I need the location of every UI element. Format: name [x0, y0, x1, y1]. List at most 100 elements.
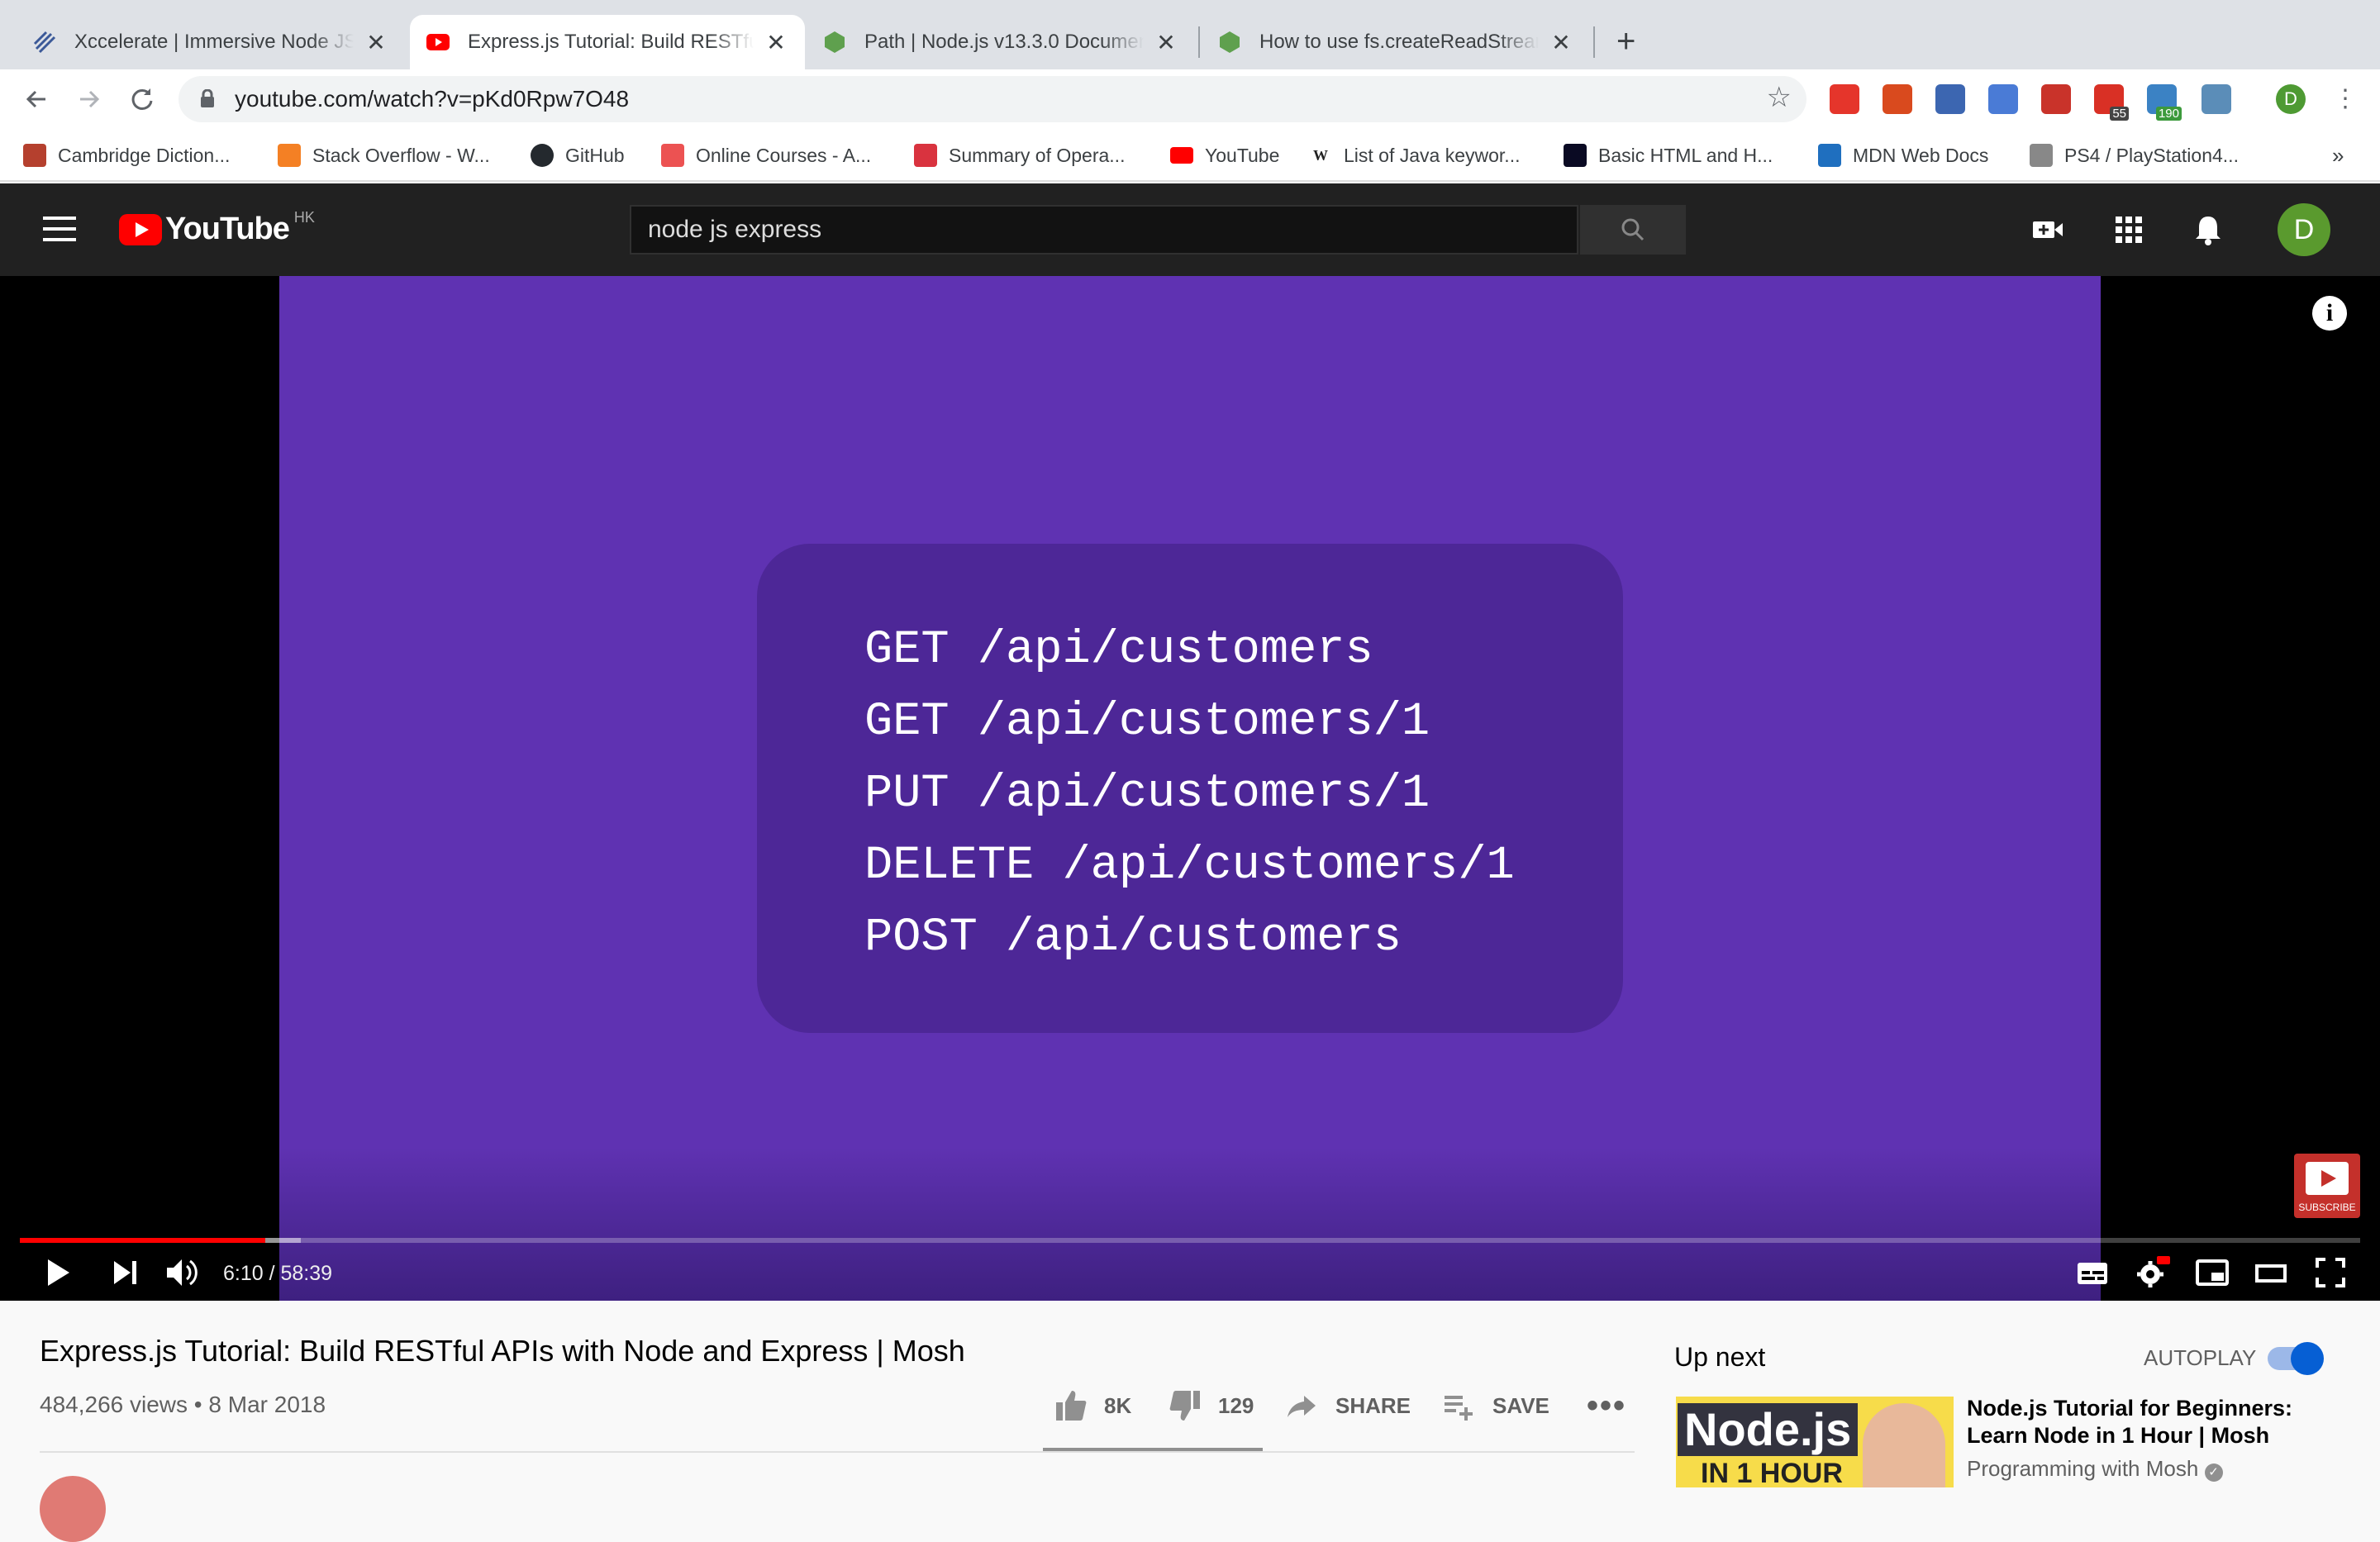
- office-extension-icon[interactable]: [1883, 84, 1912, 114]
- next-video-channel[interactable]: Programming with Mosh ✓: [1967, 1456, 2223, 1482]
- bookmark-label: Summary of Opera...: [949, 144, 1126, 166]
- fullscreen-icon[interactable]: [2314, 1256, 2347, 1289]
- youtube-masthead: YouTube HK D: [0, 183, 2380, 276]
- share-button[interactable]: SHARE: [1286, 1385, 1411, 1426]
- presenter-photo: [1863, 1403, 1945, 1487]
- bookmark-label: Stack Overflow - W...: [312, 144, 490, 166]
- shield-extension-icon[interactable]: [1830, 84, 1859, 114]
- subscribe-play-icon: [2306, 1162, 2349, 1195]
- save-button[interactable]: SAVE: [1443, 1385, 1549, 1426]
- progress-bar[interactable]: [20, 1238, 2360, 1243]
- channel-avatar[interactable]: [40, 1476, 106, 1542]
- thumbs-down-icon: [1169, 1391, 1200, 1421]
- nodejs-favicon-icon: [823, 31, 846, 54]
- lock-icon: [201, 89, 214, 107]
- back-button[interactable]: [17, 79, 56, 119]
- search-box: [630, 205, 1580, 255]
- people-extension-icon[interactable]: 190: [2147, 84, 2182, 121]
- more-actions-icon[interactable]: •••: [1587, 1385, 1626, 1426]
- bookmarks-overflow-chevron-icon[interactable]: »: [2332, 129, 2344, 182]
- add-to-playlist-icon: [1445, 1396, 1473, 1421]
- profile-avatar[interactable]: D: [2276, 84, 2306, 114]
- bookmark-opera[interactable]: Summary of Opera...: [914, 129, 1125, 182]
- code-line: PUT /api/customers/1: [864, 768, 1430, 821]
- next-video-title[interactable]: Node.js Tutorial for Beginners: Learn No…: [1967, 1395, 2347, 1449]
- youtube-play-logo-icon: [119, 213, 162, 245]
- new-tab-button[interactable]: +: [1616, 21, 1635, 61]
- reload-button[interactable]: [122, 79, 162, 119]
- bookmark-wikipedia[interactable]: W List of Java keywor...: [1309, 129, 1520, 182]
- view-count: 484,266 views: [40, 1392, 188, 1417]
- bookmark-udemy[interactable]: Online Courses - A...: [661, 129, 871, 182]
- bookmark-star-icon[interactable]: ☆: [1767, 81, 1792, 114]
- browser-tab-fs[interactable]: How to use fs.createReadStream ✕: [1202, 15, 1590, 69]
- apps-grid-icon[interactable]: [2112, 213, 2145, 246]
- bookmark-label: Online Courses - A...: [696, 144, 872, 166]
- forward-button[interactable]: [69, 79, 109, 119]
- book-extension-icon[interactable]: [2041, 84, 2071, 114]
- info-card-icon[interactable]: i: [2312, 296, 2347, 331]
- subscribe-watermark-label: SUBSCRIBE: [2298, 1202, 2356, 1213]
- youtube-logo[interactable]: YouTube HK: [119, 209, 315, 247]
- user-avatar[interactable]: D: [2278, 203, 2330, 256]
- settings-gear-icon[interactable]: [2135, 1256, 2170, 1289]
- bookmark-label: YouTube: [1205, 144, 1280, 166]
- divider: [40, 1451, 1635, 1453]
- code-line: GET /api/customers: [864, 624, 1373, 677]
- play-icon[interactable]: [41, 1256, 74, 1289]
- bookmark-mdn[interactable]: MDN Web Docs: [1818, 129, 1988, 182]
- browser-tab-xccelerate[interactable]: Xccelerate | Immersive Node JS ✕: [17, 15, 405, 69]
- bookmark-github[interactable]: GitHub: [531, 129, 625, 182]
- tab-title: Express.js Tutorial: Build RESTful APIs: [468, 31, 754, 53]
- browser-tab-path[interactable]: Path | Node.js v13.3.0 Documentation ✕: [807, 15, 1195, 69]
- bookmark-label: GitHub: [565, 144, 625, 166]
- url-text: youtube.com/watch?v=pKd0Rpw7O48: [235, 86, 630, 112]
- channel-name: Programming with Mosh: [1967, 1456, 2199, 1481]
- miniplayer-icon[interactable]: [2195, 1256, 2230, 1289]
- bookmark-freecodecamp[interactable]: Basic HTML and H...: [1564, 129, 1773, 182]
- browser-tab-express[interactable]: Express.js Tutorial: Build RESTful APIs …: [410, 15, 805, 69]
- played-bar: [20, 1238, 266, 1243]
- next-video-icon[interactable]: [109, 1256, 142, 1289]
- tab-title: Path | Node.js v13.3.0 Documentation: [864, 31, 1144, 53]
- search-button[interactable]: [1580, 205, 1686, 255]
- block-extension-icon[interactable]: [1935, 84, 1965, 114]
- bookmark-stackoverflow[interactable]: Stack Overflow - W...: [278, 129, 490, 182]
- bookmark-youtube[interactable]: YouTube: [1170, 129, 1279, 182]
- search-input[interactable]: [631, 207, 1580, 253]
- stackoverflow-icon: [278, 144, 301, 167]
- toggle-knob: [2291, 1342, 2324, 1375]
- tab-separator: [1198, 26, 1200, 58]
- hamburger-menu-icon[interactable]: [43, 217, 76, 243]
- nodejs-favicon-icon: [1218, 31, 1241, 54]
- close-tab-icon[interactable]: ✕: [1154, 29, 1178, 56]
- back-arrow-icon: [26, 90, 45, 108]
- close-tab-icon[interactable]: ✕: [764, 29, 788, 56]
- bookmark-label: PS4 / PlayStation4...: [2064, 144, 2239, 166]
- video-player[interactable]: GET /api/customers GET /api/customers/1 …: [0, 276, 2380, 1301]
- like-button[interactable]: 8K: [1054, 1385, 1131, 1426]
- code-line: DELETE /api/customers/1: [864, 840, 1515, 892]
- theater-mode-icon[interactable]: [2254, 1256, 2287, 1289]
- close-tab-icon[interactable]: ✕: [1549, 29, 1573, 56]
- notifications-bell-icon[interactable]: [2192, 213, 2225, 246]
- image-extension-icon[interactable]: [2202, 84, 2231, 114]
- bookmark-ps4[interactable]: PS4 / PlayStation4...: [2030, 129, 2239, 182]
- bookmark-label: List of Java keywor...: [1344, 144, 1521, 166]
- mail-extension-icon[interactable]: 55: [2094, 84, 2129, 121]
- subtitles-icon[interactable]: [2076, 1256, 2109, 1289]
- autoplay-toggle[interactable]: [2268, 1342, 2324, 1375]
- bookmark-cambridge[interactable]: Cambridge Diction...: [23, 129, 230, 182]
- browser-menu-icon[interactable]: ⋮: [2325, 79, 2365, 119]
- volume-icon[interactable]: [164, 1256, 202, 1289]
- cap-extension-icon[interactable]: [1988, 84, 2018, 114]
- subscribe-watermark[interactable]: SUBSCRIBE: [2294, 1154, 2360, 1218]
- bookmark-label: Cambridge Diction...: [58, 144, 231, 166]
- dislike-button[interactable]: 129: [1169, 1385, 1254, 1426]
- bookmark-label: MDN Web Docs: [1853, 144, 1989, 166]
- next-video-thumbnail[interactable]: Node.js IN 1 HOUR: [1676, 1397, 1954, 1487]
- close-tab-icon[interactable]: ✕: [364, 29, 388, 56]
- create-video-icon[interactable]: [2031, 213, 2064, 246]
- ps4-icon: [2030, 144, 2053, 167]
- address-bar[interactable]: youtube.com/watch?v=pKd0Rpw7O48 ☆: [178, 76, 1806, 122]
